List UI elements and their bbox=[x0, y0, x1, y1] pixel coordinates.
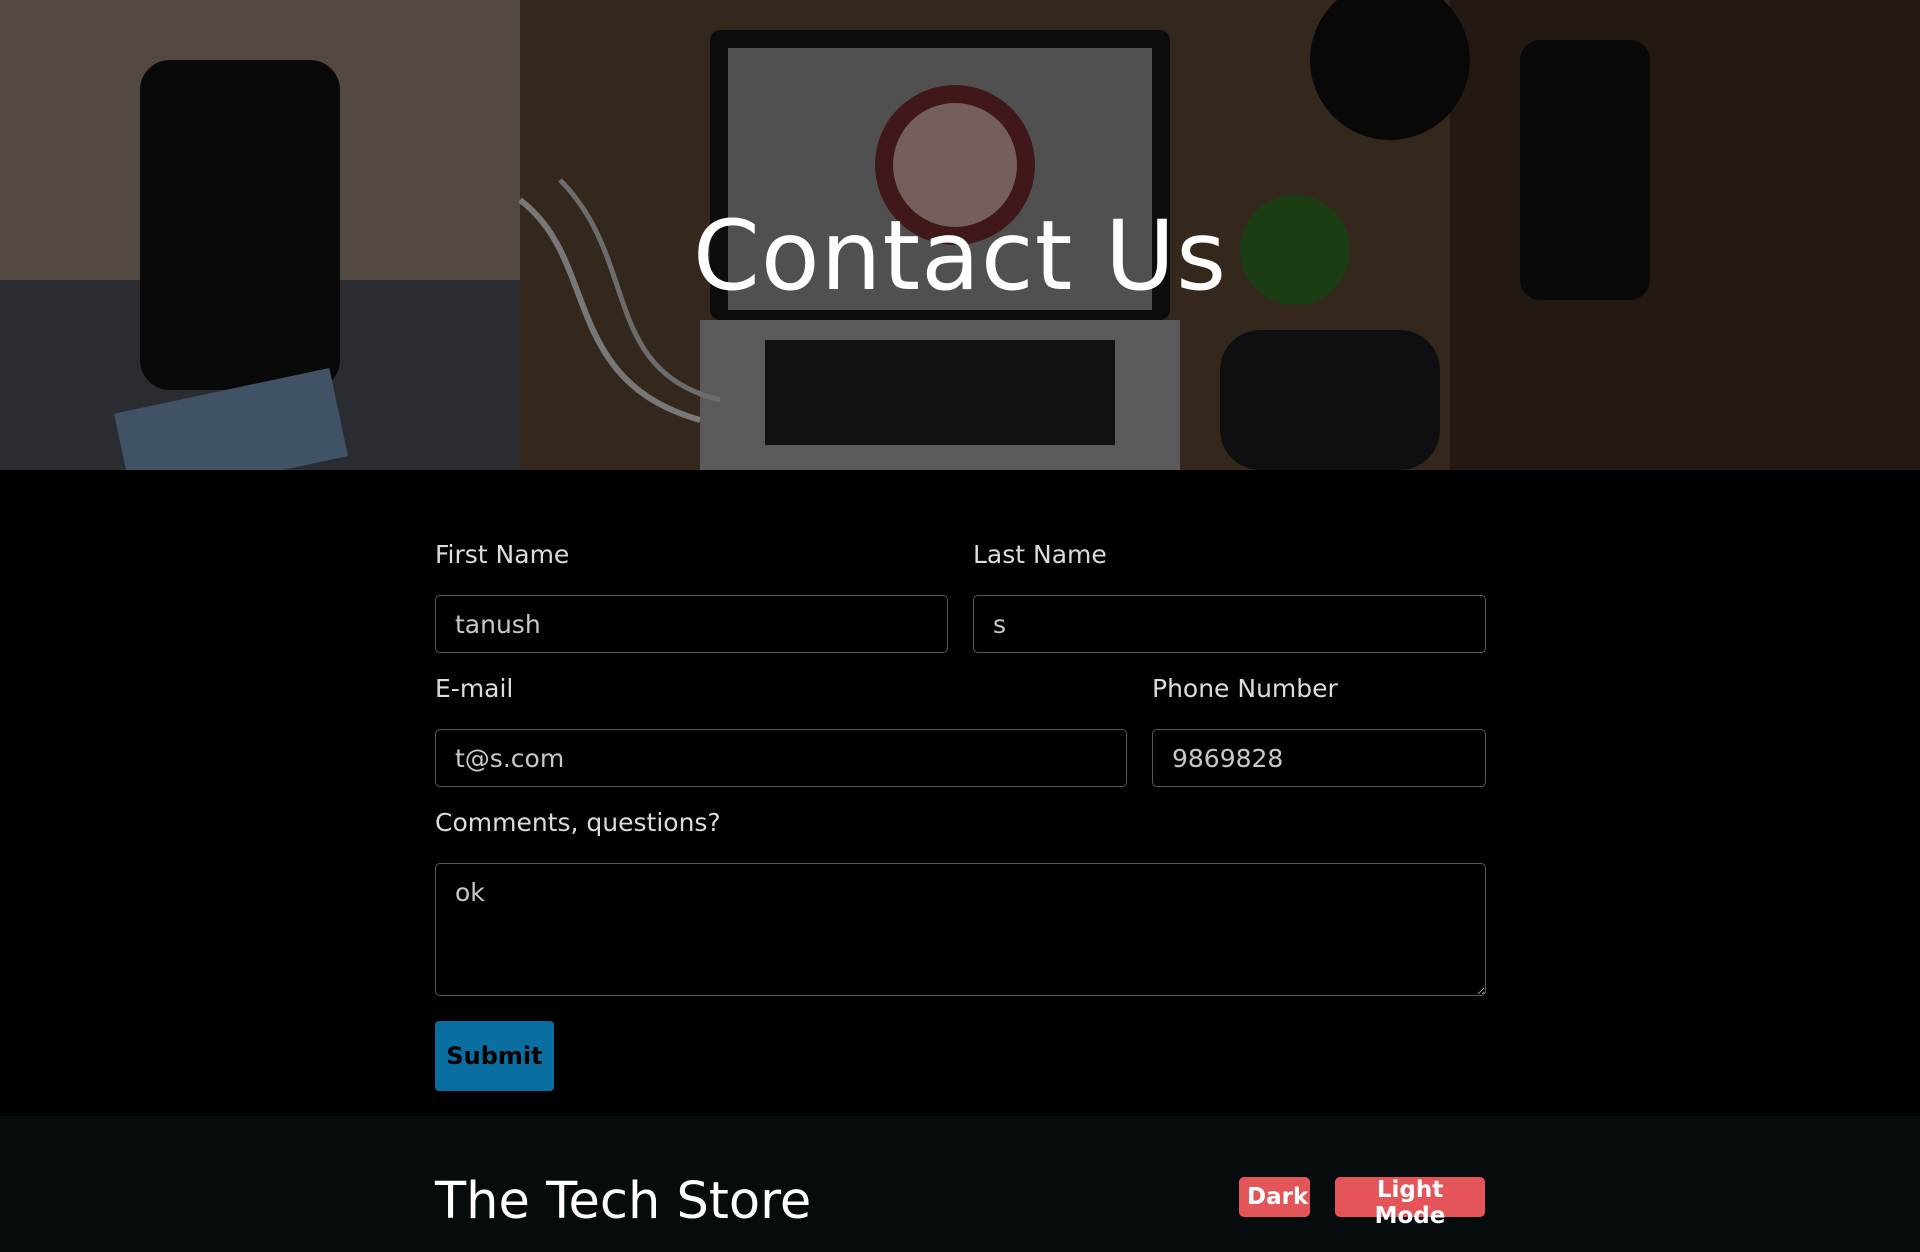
dark-mode-button[interactable]: Dark bbox=[1239, 1177, 1310, 1217]
hero-banner: Contact Us bbox=[0, 0, 1920, 470]
email-label: E-mail bbox=[435, 674, 514, 703]
phone-label: Phone Number bbox=[1152, 674, 1338, 703]
site-footer: The Tech Store Dark Light Mode bbox=[0, 1116, 1920, 1252]
comments-textarea[interactable]: ok bbox=[435, 863, 1486, 996]
last-name-input[interactable] bbox=[973, 595, 1486, 653]
light-mode-button[interactable]: Light Mode bbox=[1335, 1177, 1485, 1229]
last-name-label: Last Name bbox=[973, 540, 1107, 569]
first-name-input[interactable] bbox=[435, 595, 948, 653]
page-title: Contact Us bbox=[692, 200, 1228, 312]
comments-label: Comments, questions? bbox=[435, 808, 721, 837]
phone-input[interactable] bbox=[1152, 729, 1486, 787]
submit-button[interactable]: Submit bbox=[435, 1021, 554, 1091]
first-name-label: First Name bbox=[435, 540, 570, 569]
footer-brand: The Tech Store bbox=[435, 1172, 812, 1231]
email-input[interactable] bbox=[435, 729, 1127, 787]
